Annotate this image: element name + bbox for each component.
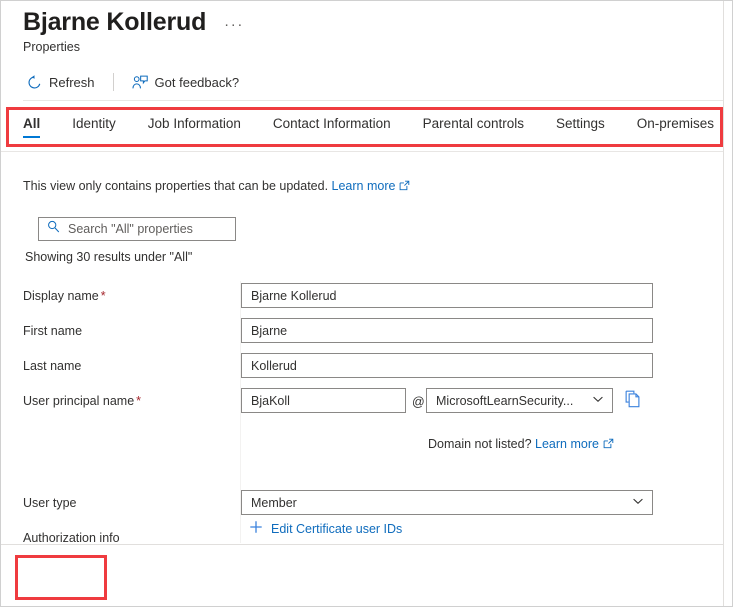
- search-icon: [47, 220, 60, 238]
- field-row-user-type: User type Member: [1, 488, 723, 522]
- authorization-info-label: Authorization info: [23, 531, 120, 544]
- domain-not-listed-note: Domain not listed? Learn more: [428, 437, 614, 452]
- page-subtitle: Properties: [23, 40, 80, 54]
- footer-action-bar: Save Cancel: [1, 545, 723, 607]
- chevron-down-icon: [632, 495, 644, 510]
- feedback-person-icon: [132, 75, 148, 90]
- plus-icon: [249, 520, 263, 537]
- tab-identity[interactable]: Identity: [72, 106, 116, 140]
- results-count-text: Showing 30 results under "All": [25, 250, 192, 264]
- learn-more-link[interactable]: Learn more: [332, 179, 396, 193]
- got-feedback-label: Got feedback?: [155, 75, 240, 90]
- at-symbol: @: [412, 395, 425, 409]
- domain-not-listed-text: Domain not listed?: [428, 437, 532, 451]
- user-principal-name-label: User principal name*: [23, 394, 141, 408]
- tab-all[interactable]: All: [23, 106, 40, 140]
- search-placeholder: Search "All" properties: [68, 222, 193, 236]
- edit-certificate-user-ids-label: Edit Certificate user IDs: [271, 522, 402, 536]
- tab-contact-information[interactable]: Contact Information: [273, 106, 391, 140]
- tab-bar: All Identity Job Information Contact Inf…: [1, 106, 733, 151]
- user-principal-name-label-text: User principal name: [23, 394, 134, 408]
- copy-icon: [625, 390, 642, 413]
- user-type-label: User type: [23, 496, 77, 510]
- display-name-input[interactable]: Bjarne Kollerud: [241, 283, 653, 308]
- last-name-input[interactable]: Kollerud: [241, 353, 653, 378]
- tab-on-premises[interactable]: On-premises: [637, 106, 714, 140]
- first-name-label: First name: [23, 324, 82, 338]
- search-input[interactable]: Search "All" properties: [38, 217, 236, 241]
- overflow-menu-icon[interactable]: ···: [224, 19, 244, 31]
- command-bar-rule: [23, 100, 723, 101]
- domain-select[interactable]: MicrosoftLearnSecurity...: [426, 388, 613, 413]
- tab-job-information[interactable]: Job Information: [148, 106, 241, 140]
- command-bar-divider: [113, 73, 114, 91]
- user-type-select[interactable]: Member: [241, 490, 653, 515]
- refresh-icon: [27, 75, 42, 90]
- chevron-down-icon: [592, 393, 604, 408]
- required-marker: *: [136, 394, 141, 408]
- domain-select-value: MicrosoftLearnSecurity...: [436, 394, 573, 408]
- page-title: Bjarne Kollerud: [23, 7, 206, 37]
- properties-form: Display name* Bjarne Kollerud First name…: [1, 281, 723, 544]
- required-marker: *: [101, 289, 106, 303]
- refresh-label: Refresh: [49, 75, 95, 90]
- display-name-label: Display name*: [23, 289, 106, 303]
- title-row: Bjarne Kollerud ···: [23, 7, 244, 37]
- update-notice: This view only contains properties that …: [23, 179, 410, 194]
- domain-learn-more-link[interactable]: Learn more: [535, 437, 599, 451]
- spacer-row-domain-note: [1, 421, 723, 455]
- refresh-button[interactable]: Refresh: [23, 73, 99, 92]
- field-row-user-principal-name: User principal name* BjaKoll @ Microsoft…: [1, 386, 723, 420]
- tab-settings[interactable]: Settings: [556, 106, 605, 140]
- update-notice-text: This view only contains properties that …: [23, 179, 328, 193]
- user-type-select-value: Member: [251, 496, 297, 510]
- field-row-first-name: First name Bjarne: [1, 316, 723, 350]
- external-link-icon: [399, 180, 410, 194]
- tab-bar-rule: [1, 151, 723, 152]
- field-row-display-name: Display name* Bjarne Kollerud: [1, 281, 723, 315]
- first-name-input[interactable]: Bjarne: [241, 318, 653, 343]
- got-feedback-button[interactable]: Got feedback?: [128, 73, 244, 92]
- last-name-label: Last name: [23, 359, 81, 373]
- display-name-label-text: Display name: [23, 289, 99, 303]
- tab-parental-controls[interactable]: Parental controls: [423, 106, 524, 140]
- edit-certificate-user-ids-button[interactable]: Edit Certificate user IDs: [249, 520, 402, 537]
- command-bar: Refresh Got feedback?: [23, 67, 243, 97]
- user-principal-name-input[interactable]: BjaKoll: [241, 388, 406, 413]
- user-properties-panel: Bjarne Kollerud ··· Properties Refresh: [0, 0, 733, 607]
- copy-upn-button[interactable]: [625, 390, 642, 413]
- panel-right-edge: [723, 1, 724, 607]
- form-column-divider: [240, 281, 241, 543]
- external-link-icon: [603, 438, 614, 452]
- field-row-last-name: Last name Kollerud: [1, 351, 723, 385]
